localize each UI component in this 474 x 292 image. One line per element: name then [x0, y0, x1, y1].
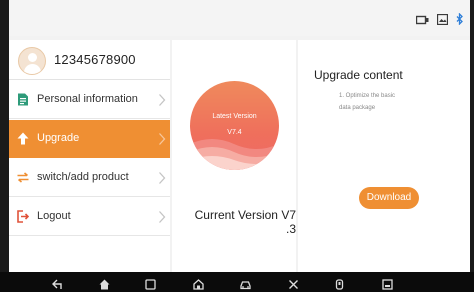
status-bar [9, 0, 470, 36]
latest-version-label: Latest Version [212, 113, 257, 120]
back-icon[interactable] [52, 277, 63, 289]
latest-version-badge: Latest Version V7.4 [190, 81, 279, 170]
latest-version-value: V7.4 [227, 129, 242, 136]
upgrade-content-title: Upgrade content [314, 68, 403, 82]
chevron-right-icon [158, 210, 166, 224]
menu-item-switch-add-product[interactable]: switch/add product [9, 159, 170, 197]
user-profile[interactable]: 12345678900 [9, 40, 170, 80]
gallery-icon [436, 12, 449, 30]
vehicle-icon[interactable] [240, 277, 251, 290]
menu-item-logout[interactable]: Logout [9, 198, 170, 236]
vci-connection-icon [415, 12, 429, 30]
recent-apps-icon[interactable] [145, 277, 156, 290]
tablet-screen: 12345678900 Personal information Upgrade [0, 0, 474, 292]
menu-item-upgrade[interactable]: Upgrade [9, 120, 170, 158]
menu-item-label: switch/add product [37, 171, 129, 183]
upgrade-content-panel: Upgrade content 1. Optimize the basic da… [298, 40, 474, 272]
menu-item-personal-information[interactable]: Personal information [9, 81, 170, 119]
upgrade-notes-line1: 1. Optimize the basic [339, 93, 396, 99]
current-version-line1: Current Version V7 [194, 208, 296, 222]
device-bezel-left [0, 0, 9, 272]
menu-item-label: Upgrade [37, 132, 80, 144]
menu-item-label: Logout [37, 210, 71, 222]
current-version: Current Version V7 .3 [178, 208, 296, 236]
home-alt-icon[interactable] [193, 277, 204, 290]
device-bezel-right [470, 0, 474, 272]
upload-arrow-icon [17, 132, 29, 145]
chevron-right-icon [158, 132, 166, 146]
status-icons [415, 12, 464, 30]
logout-icon [17, 210, 30, 223]
screenshot-icon[interactable] [382, 277, 393, 290]
wave-decoration [190, 139, 279, 170]
swap-arrows-icon [17, 171, 29, 184]
menu-item-label: Personal information [37, 93, 138, 105]
document-icon [17, 93, 29, 106]
chevron-right-icon [158, 93, 166, 107]
upgrade-notes: 1. Optimize the basic data package [339, 90, 429, 114]
tools-icon[interactable] [288, 277, 299, 289]
vci-icon[interactable] [334, 277, 345, 290]
download-button[interactable]: Download [359, 187, 419, 209]
user-id: 12345678900 [54, 52, 136, 67]
version-panel: Latest Version V7.4 Current Version V7 .… [172, 40, 296, 272]
upgrade-notes-line2: data package [339, 105, 376, 111]
avatar [18, 47, 46, 75]
chevron-right-icon [158, 171, 166, 185]
settings-content: 12345678900 Personal information Upgrade [9, 36, 474, 272]
home-icon[interactable] [99, 277, 110, 290]
settings-sidebar: 12345678900 Personal information Upgrade [9, 40, 170, 272]
bluetooth-icon [456, 12, 464, 30]
current-version-line2: .3 [285, 222, 296, 236]
navigation-bar [0, 272, 474, 292]
